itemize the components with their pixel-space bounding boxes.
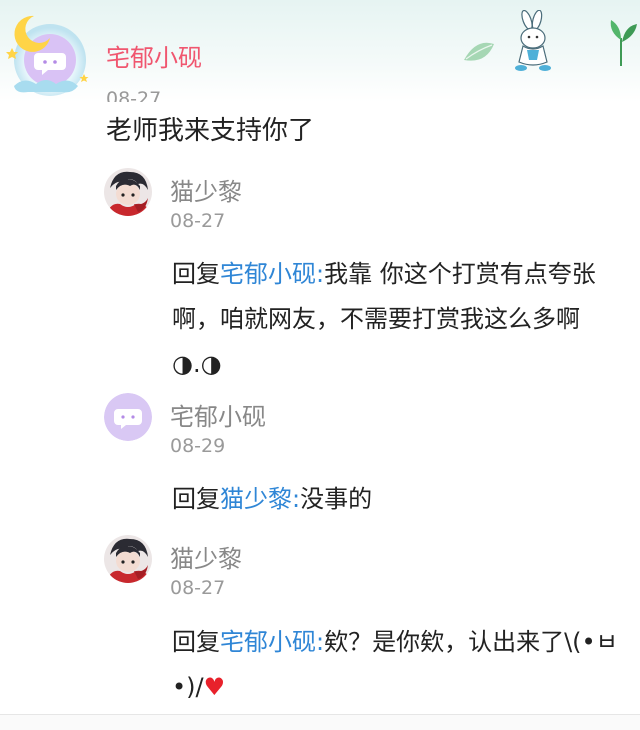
reply-date: 08-27 <box>170 210 226 232</box>
reply-avatar-chat[interactable] <box>104 393 152 441</box>
reply-content: 回复宅郁小砚:欸？是你欸，认出来了\(•ㅂ•)/♥ <box>172 620 627 710</box>
chat-bubble-avatar-icon <box>104 393 152 441</box>
post-date: 08-27 <box>106 88 162 102</box>
reply-prefix: 回复 <box>172 485 220 513</box>
comment-header: 宅郁小砚 08-27 <box>0 0 640 102</box>
reply-text: 没事的 <box>300 485 373 513</box>
reply-content: 回复猫少黎:没事的 <box>172 477 627 522</box>
user-avatar-moon-frame-icon[interactable] <box>4 8 96 100</box>
reply-prefix: 回复 <box>172 260 220 288</box>
heart-emoji-icon: ♥ <box>203 673 226 701</box>
reply-author-name[interactable]: 猫少黎 <box>170 539 242 574</box>
reply-mention-link[interactable]: 宅郁小砚: <box>220 628 324 656</box>
anime-avatar-icon <box>104 535 152 583</box>
leaf-decoration-icon <box>464 42 494 61</box>
reply-mention-link[interactable]: 猫少黎: <box>220 485 300 513</box>
reply-input-area[interactable] <box>0 714 640 730</box>
reply-content: 回复宅郁小砚:我靠 你这个打赏有点夸张啊，咱就网友，不需要打赏我这么多啊◑.◑ <box>172 252 627 387</box>
reply-prefix: 回复 <box>172 628 220 656</box>
reply-avatar-cat[interactable] <box>104 535 152 583</box>
reply-author-name[interactable]: 猫少黎 <box>170 172 242 207</box>
post-content: 老师我来支持你了 <box>106 116 315 146</box>
post-author-name[interactable]: 宅郁小砚 <box>106 38 202 73</box>
reply-avatar-cat[interactable] <box>104 168 152 216</box>
reply-date: 08-29 <box>170 435 226 457</box>
reply-date: 08-27 <box>170 577 226 599</box>
rabbit-decoration-icon <box>515 10 551 71</box>
reply-author-name[interactable]: 宅郁小砚 <box>170 397 266 432</box>
plant-decoration-icon <box>610 20 637 66</box>
anime-avatar-icon <box>104 168 152 216</box>
reply-mention-link[interactable]: 宅郁小砚: <box>220 260 324 288</box>
